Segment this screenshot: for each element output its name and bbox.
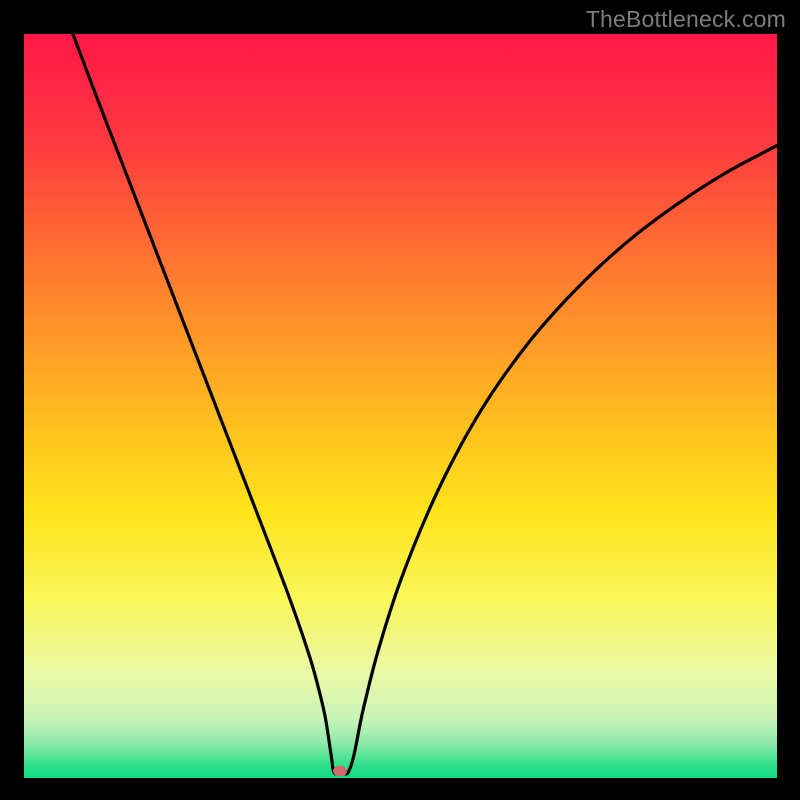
plot-area (24, 34, 777, 778)
gradient-background (24, 34, 777, 778)
optimal-point-marker (333, 766, 347, 776)
chart-svg (24, 34, 777, 778)
watermark-text: TheBottleneck.com (586, 6, 786, 33)
